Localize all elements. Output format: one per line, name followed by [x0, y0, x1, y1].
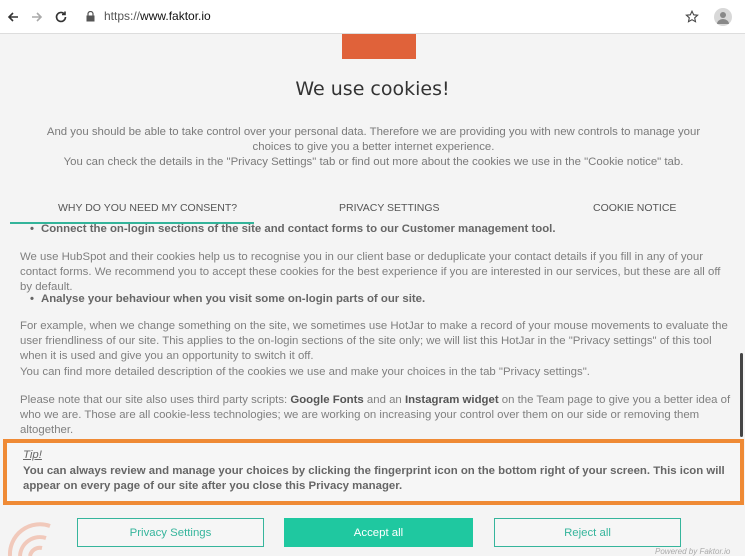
para-hotjar: For example, when we change something on… — [20, 320, 728, 362]
google-fonts-label: Google Fonts — [290, 394, 364, 406]
third-party-text-c: and an — [363, 394, 405, 406]
bullet-analyse: Analyse your behaviour when you visit so… — [30, 292, 425, 307]
reload-icon[interactable] — [54, 10, 68, 24]
powered-by-label: Powered by Faktor.io — [655, 547, 731, 556]
para-privacy-settings-note: You can find more detailed description o… — [20, 366, 590, 378]
modal-title: We use cookies! — [295, 78, 450, 100]
url-protocol: https:// — [104, 9, 141, 23]
modal-intro: And you should be able to take control o… — [26, 125, 721, 170]
lock-icon — [86, 10, 95, 21]
instagram-widget-label: Instagram widget — [404, 394, 499, 406]
reject-all-button[interactable]: Reject all — [494, 518, 681, 547]
content-scrollbar[interactable] — [740, 353, 743, 437]
tab-why-consent[interactable]: WHY DO YOU NEED MY CONSENT? — [58, 202, 237, 214]
back-arrow-icon[interactable] — [6, 10, 20, 24]
url-host: www.faktor.io — [140, 9, 211, 23]
tab-privacy-settings[interactable]: PRIVACY SETTINGS — [339, 202, 440, 214]
bullet-connect-forms: Connect the on-login sections of the sit… — [30, 222, 556, 237]
fingerprint-icon — [0, 500, 60, 556]
accept-all-button[interactable]: Accept all — [284, 518, 473, 547]
tip-box: Tip! You can always review and manage yo… — [3, 439, 744, 505]
para-third-party: Please note that our site also uses thir… — [20, 393, 735, 438]
intro-line-1: And you should be able to take control o… — [46, 126, 701, 153]
forward-arrow-icon[interactable] — [30, 10, 44, 24]
privacy-settings-button[interactable]: Privacy Settings — [77, 518, 264, 547]
tab-cookie-notice[interactable]: COOKIE NOTICE — [593, 202, 676, 214]
para-hubspot: We use HubSpot and their cookies help us… — [20, 251, 721, 293]
third-party-text-a: Please note that our site also uses thir… — [20, 394, 291, 406]
browser-toolbar: https://www.faktor.io — [0, 0, 745, 34]
faktor-logo — [342, 34, 416, 59]
profile-avatar-icon[interactable] — [714, 8, 732, 26]
tip-text: You can always review and manage your ch… — [23, 465, 725, 492]
tip-title: Tip! — [23, 449, 42, 461]
intro-line-2: You can check the details in the "Privac… — [63, 156, 684, 168]
address-bar[interactable]: https://www.faktor.io — [86, 9, 211, 23]
bookmark-star-icon[interactable] — [685, 10, 699, 24]
